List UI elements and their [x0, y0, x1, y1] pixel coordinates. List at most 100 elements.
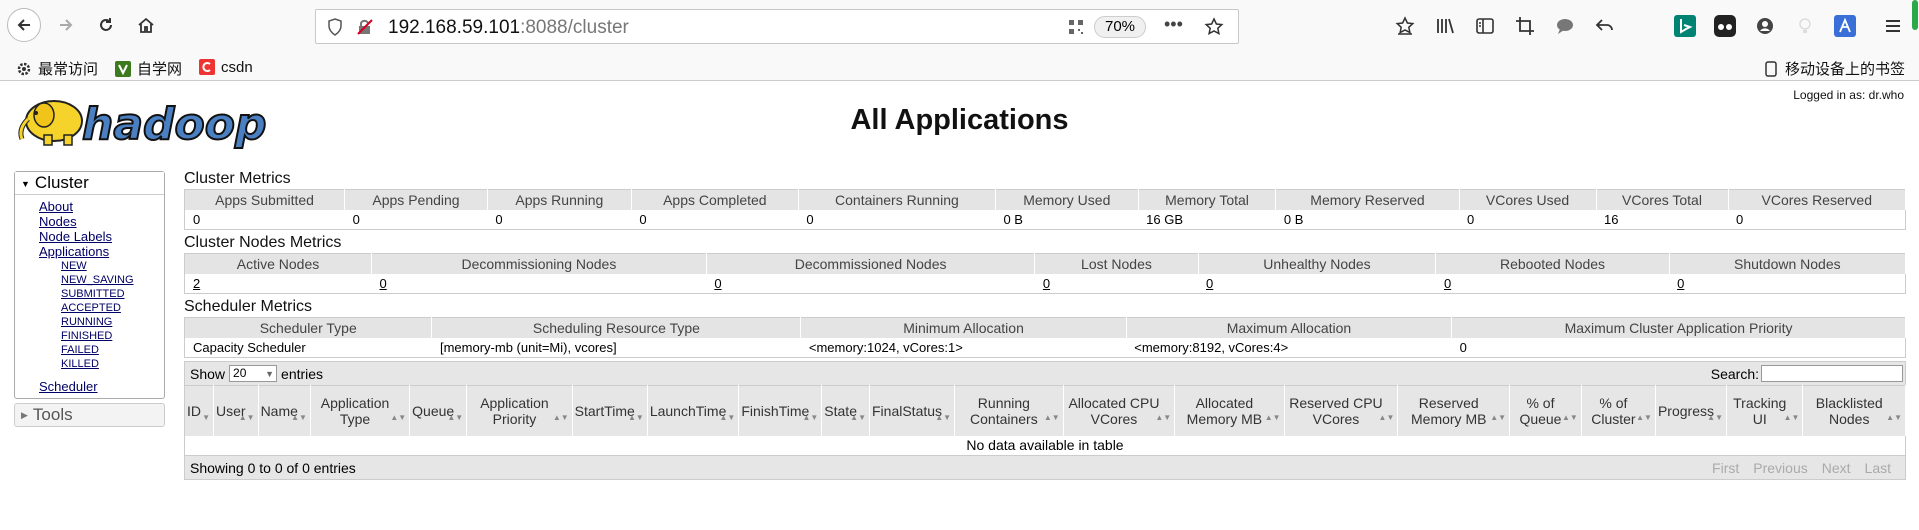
app-state-list: NEW NEW_SAVING SUBMITTED ACCEPTED RUNNIN… — [39, 259, 164, 371]
column-header-blacklisted-nodes[interactable]: Blacklisted Nodes ▲▼ — [1802, 385, 1906, 436]
sort-icon: ▲▼ — [850, 412, 866, 422]
bookmark-zixuewang[interactable]: 自学网 — [114, 58, 182, 79]
column-header: Containers Running — [798, 189, 996, 210]
lost-nodes-link[interactable]: 0 — [1043, 276, 1050, 291]
reload-icon — [100, 18, 112, 31]
sort-icon: ▲▼ — [719, 412, 736, 422]
chat-bubble-icon[interactable] — [1552, 13, 1578, 39]
column-header: Scheduler Type — [184, 317, 433, 338]
tools-panel-header[interactable]: ▶ Tools — [14, 403, 165, 427]
account-icon[interactable] — [1752, 13, 1778, 39]
cluster-metrics-title: Cluster Metrics — [184, 170, 291, 187]
sidebar-icon[interactable] — [1472, 13, 1498, 39]
insecure-lock-icon[interactable] — [356, 18, 374, 36]
bing-icon[interactable] — [1672, 13, 1698, 39]
sidebar-link-running[interactable]: RUNNING — [61, 315, 164, 329]
sidebar-link-new-saving[interactable]: NEW_SAVING — [61, 273, 164, 287]
sidebar-link-new[interactable]: NEW — [61, 259, 164, 273]
column-header-finalstatus[interactable]: FinalStatus ▲▼ — [869, 385, 956, 436]
sidebar-link-killed[interactable]: KILLED — [61, 357, 164, 371]
url-path: :8088/cluster — [520, 17, 629, 38]
sidebar-link-nodes[interactable]: Nodes — [39, 214, 164, 229]
column-header-percent-of-queue[interactable]: % of Queue ▲▼ — [1509, 385, 1582, 436]
column-header: Shutdown Nodes — [1669, 253, 1907, 274]
unhealthy-nodes-link[interactable]: 0 — [1206, 276, 1213, 291]
hamburger-menu-icon[interactable] — [1880, 13, 1906, 39]
search-input[interactable] — [1761, 365, 1903, 382]
reading-list-icon[interactable] — [1392, 13, 1418, 39]
column-header-id[interactable]: ID ▼ — [184, 385, 214, 436]
bookmark-mobile[interactable]: 移动设备上的书签 — [1762, 58, 1905, 79]
column-header-starttime[interactable]: StartTime ▲▼ — [572, 385, 648, 436]
active-nodes-link[interactable]: 2 — [193, 276, 200, 291]
column-header-allocated-cpu-vcores[interactable]: Allocated CPU VCores ▲▼ — [1063, 385, 1176, 436]
bookmark-most-visited[interactable]: 最常访问 — [15, 58, 98, 79]
url-bar[interactable]: 192.168.59.101:8088/cluster 70% ••• — [315, 9, 1239, 44]
sidebar-link-accepted[interactable]: ACCEPTED — [61, 301, 164, 315]
sort-icon: ▲▼ — [1264, 412, 1281, 422]
shutdown-nodes-link[interactable]: 0 — [1677, 276, 1684, 291]
column-header-state[interactable]: State ▲▼ — [821, 385, 870, 436]
browser-toolbar: 192.168.59.101:8088/cluster 70% ••• — [0, 0, 1919, 55]
column-header-finishtime[interactable]: FinishTime ▲▼ — [738, 385, 823, 436]
pager-first-button[interactable]: First — [1712, 460, 1739, 476]
sort-icon: ▲▼ — [1490, 412, 1507, 422]
column-header-name[interactable]: Name ▲▼ — [258, 385, 311, 436]
sidebar-link-about[interactable]: About — [39, 199, 164, 214]
sort-icon: ▼ — [202, 412, 210, 422]
column-header-reserved-memory-mb[interactable]: Reserved Memory MB ▲▼ — [1397, 385, 1511, 436]
pager-next-button[interactable]: Next — [1822, 460, 1851, 476]
column-header-application-type[interactable]: Application Type ▲▼ — [310, 385, 411, 436]
entries-select[interactable]: 20 ▼ — [229, 365, 278, 382]
qr-code-icon[interactable] — [1067, 18, 1085, 36]
sidebar-link-failed[interactable]: FAILED — [61, 343, 164, 357]
column-header-progress[interactable]: Progress ▲▼ — [1655, 385, 1728, 436]
column-header-queue[interactable]: Queue ▲▼ — [409, 385, 468, 436]
sidebar-link-node-labels[interactable]: Node Labels — [39, 229, 164, 244]
table-row: 0 0 0 0 0 0 B 16 GB 0 B 0 16 0 — [185, 210, 1906, 230]
screenshot-crop-icon[interactable] — [1512, 13, 1538, 39]
sidebar-link-submitted[interactable]: SUBMITTED — [61, 287, 164, 301]
scroll-indicator — [1912, 0, 1918, 30]
sidebar-link-applications[interactable]: Applications — [39, 244, 164, 259]
apps-table-controls: Show 20 ▼ entries Search: — [184, 361, 1906, 385]
column-header: Rebooted Nodes — [1435, 253, 1670, 274]
bookmark-csdn[interactable]: csdn — [198, 58, 253, 76]
decommissioned-nodes-link[interactable]: 0 — [714, 276, 721, 291]
reload-button[interactable] — [89, 8, 123, 42]
page-title: All Applications — [850, 104, 1069, 136]
decommissioning-nodes-link[interactable]: 0 — [379, 276, 386, 291]
column-header-running-containers[interactable]: Running Containers ▲▼ — [954, 385, 1064, 436]
library-icon[interactable] — [1432, 13, 1458, 39]
sort-icon: ▲▼ — [1707, 412, 1723, 422]
column-header-user[interactable]: User ▲▼ — [213, 385, 259, 436]
shield-icon[interactable] — [327, 18, 343, 36]
home-button[interactable] — [129, 8, 163, 42]
zoom-indicator[interactable]: 70% — [1094, 16, 1146, 38]
star-icon[interactable] — [1204, 17, 1224, 37]
sidebar: ▼ Cluster About Nodes Node Labels Applica… — [14, 171, 165, 427]
pager-previous-button[interactable]: Previous — [1753, 460, 1807, 476]
sidebar-link-finished[interactable]: FINISHED — [61, 329, 164, 343]
forward-button[interactable] — [49, 8, 83, 42]
cluster-nodes-metrics-title: Cluster Nodes Metrics — [184, 234, 342, 251]
sidebar-link-scheduler[interactable]: Scheduler — [39, 379, 164, 394]
url-text[interactable]: 192.168.59.101:8088/cluster — [388, 17, 629, 39]
column-header-allocated-memory-mb[interactable]: Allocated Memory MB ▲▼ — [1174, 385, 1285, 436]
column-header-application-priority[interactable]: Application Priority ▲▼ — [466, 385, 573, 436]
undo-arrow-icon[interactable] — [1592, 13, 1618, 39]
translate-icon[interactable] — [1832, 13, 1858, 39]
page-actions-menu-icon[interactable]: ••• — [1164, 14, 1183, 35]
column-header: Maximum Cluster Application Priority — [1451, 317, 1906, 338]
column-header-tracking-ui[interactable]: Tracking UI ▲▼ — [1726, 385, 1804, 436]
pager-last-button[interactable]: Last — [1865, 460, 1891, 476]
back-button[interactable] — [7, 8, 41, 42]
table-row: No data available in table — [185, 436, 1906, 456]
cluster-panel-header[interactable]: ▼ Cluster — [15, 172, 164, 195]
column-header-percent-of-cluster[interactable]: % of Cluster ▲▼ — [1581, 385, 1656, 436]
column-header-launchtime[interactable]: LaunchTime ▲▼ — [647, 385, 740, 436]
extension-mask-icon[interactable] — [1712, 13, 1738, 39]
lightbulb-icon[interactable] — [1792, 13, 1818, 39]
column-header-reserved-cpu-vcores[interactable]: Reserved CPU VCores ▲▼ — [1284, 385, 1399, 436]
rebooted-nodes-link[interactable]: 0 — [1444, 276, 1451, 291]
